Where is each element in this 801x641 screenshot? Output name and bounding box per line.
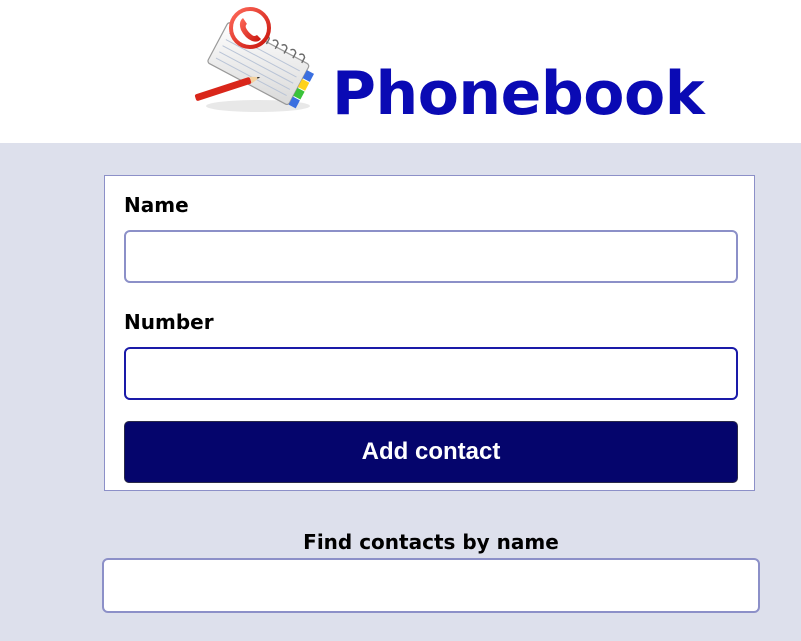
add-contact-button[interactable]: Add contact xyxy=(124,421,738,483)
name-input[interactable] xyxy=(124,230,738,283)
phonebook-logo-icon xyxy=(188,6,324,116)
add-contact-form: Name Number Add contact xyxy=(104,175,755,491)
number-input[interactable] xyxy=(124,347,738,400)
main-content: Name Number Add contact Find contacts by… xyxy=(0,143,801,641)
app-title: Phonebook xyxy=(332,59,705,129)
number-label: Number xyxy=(124,310,214,334)
find-contacts-label: Find contacts by name xyxy=(303,530,559,554)
app-header: Phonebook xyxy=(0,0,801,143)
find-contacts-input[interactable] xyxy=(102,558,760,613)
name-label: Name xyxy=(124,193,189,217)
